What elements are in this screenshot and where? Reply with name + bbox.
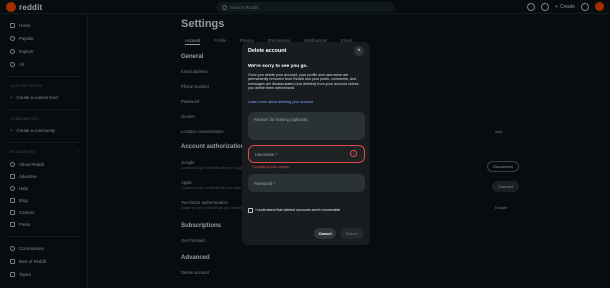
learn-more-link[interactable]: Learn more about deleting your account xyxy=(248,100,313,104)
confirm-checkbox[interactable] xyxy=(248,208,253,213)
error-icon: ! xyxy=(350,150,357,157)
close-button[interactable]: × xyxy=(354,46,364,56)
confirm-label: I understand that deleted accounts aren'… xyxy=(255,208,341,213)
confirm-checkbox-row[interactable]: I understand that deleted accounts aren'… xyxy=(248,208,340,213)
dialog-heading: We're sorry to see you go. xyxy=(248,64,308,69)
password-label: Password * xyxy=(254,180,276,186)
dialog-title: Delete account xyxy=(248,48,287,54)
username-label: Username * xyxy=(255,151,278,157)
username-error: Compila questo campo. xyxy=(252,165,290,169)
close-icon: × xyxy=(357,48,361,54)
reason-placeholder: Reason for leaving (optional) xyxy=(254,117,308,122)
dialog-description: Once you delete your account, your profi… xyxy=(248,73,359,90)
cancel-button[interactable]: Cancel xyxy=(314,228,336,239)
reason-textarea[interactable]: Reason for leaving (optional) xyxy=(248,112,365,140)
delete-button[interactable]: Delete xyxy=(340,228,364,239)
password-field[interactable]: Password * xyxy=(248,174,365,192)
delete-account-dialog: Delete account × We're sorry to see you … xyxy=(242,42,370,245)
username-field[interactable]: Username * ! xyxy=(248,145,365,163)
